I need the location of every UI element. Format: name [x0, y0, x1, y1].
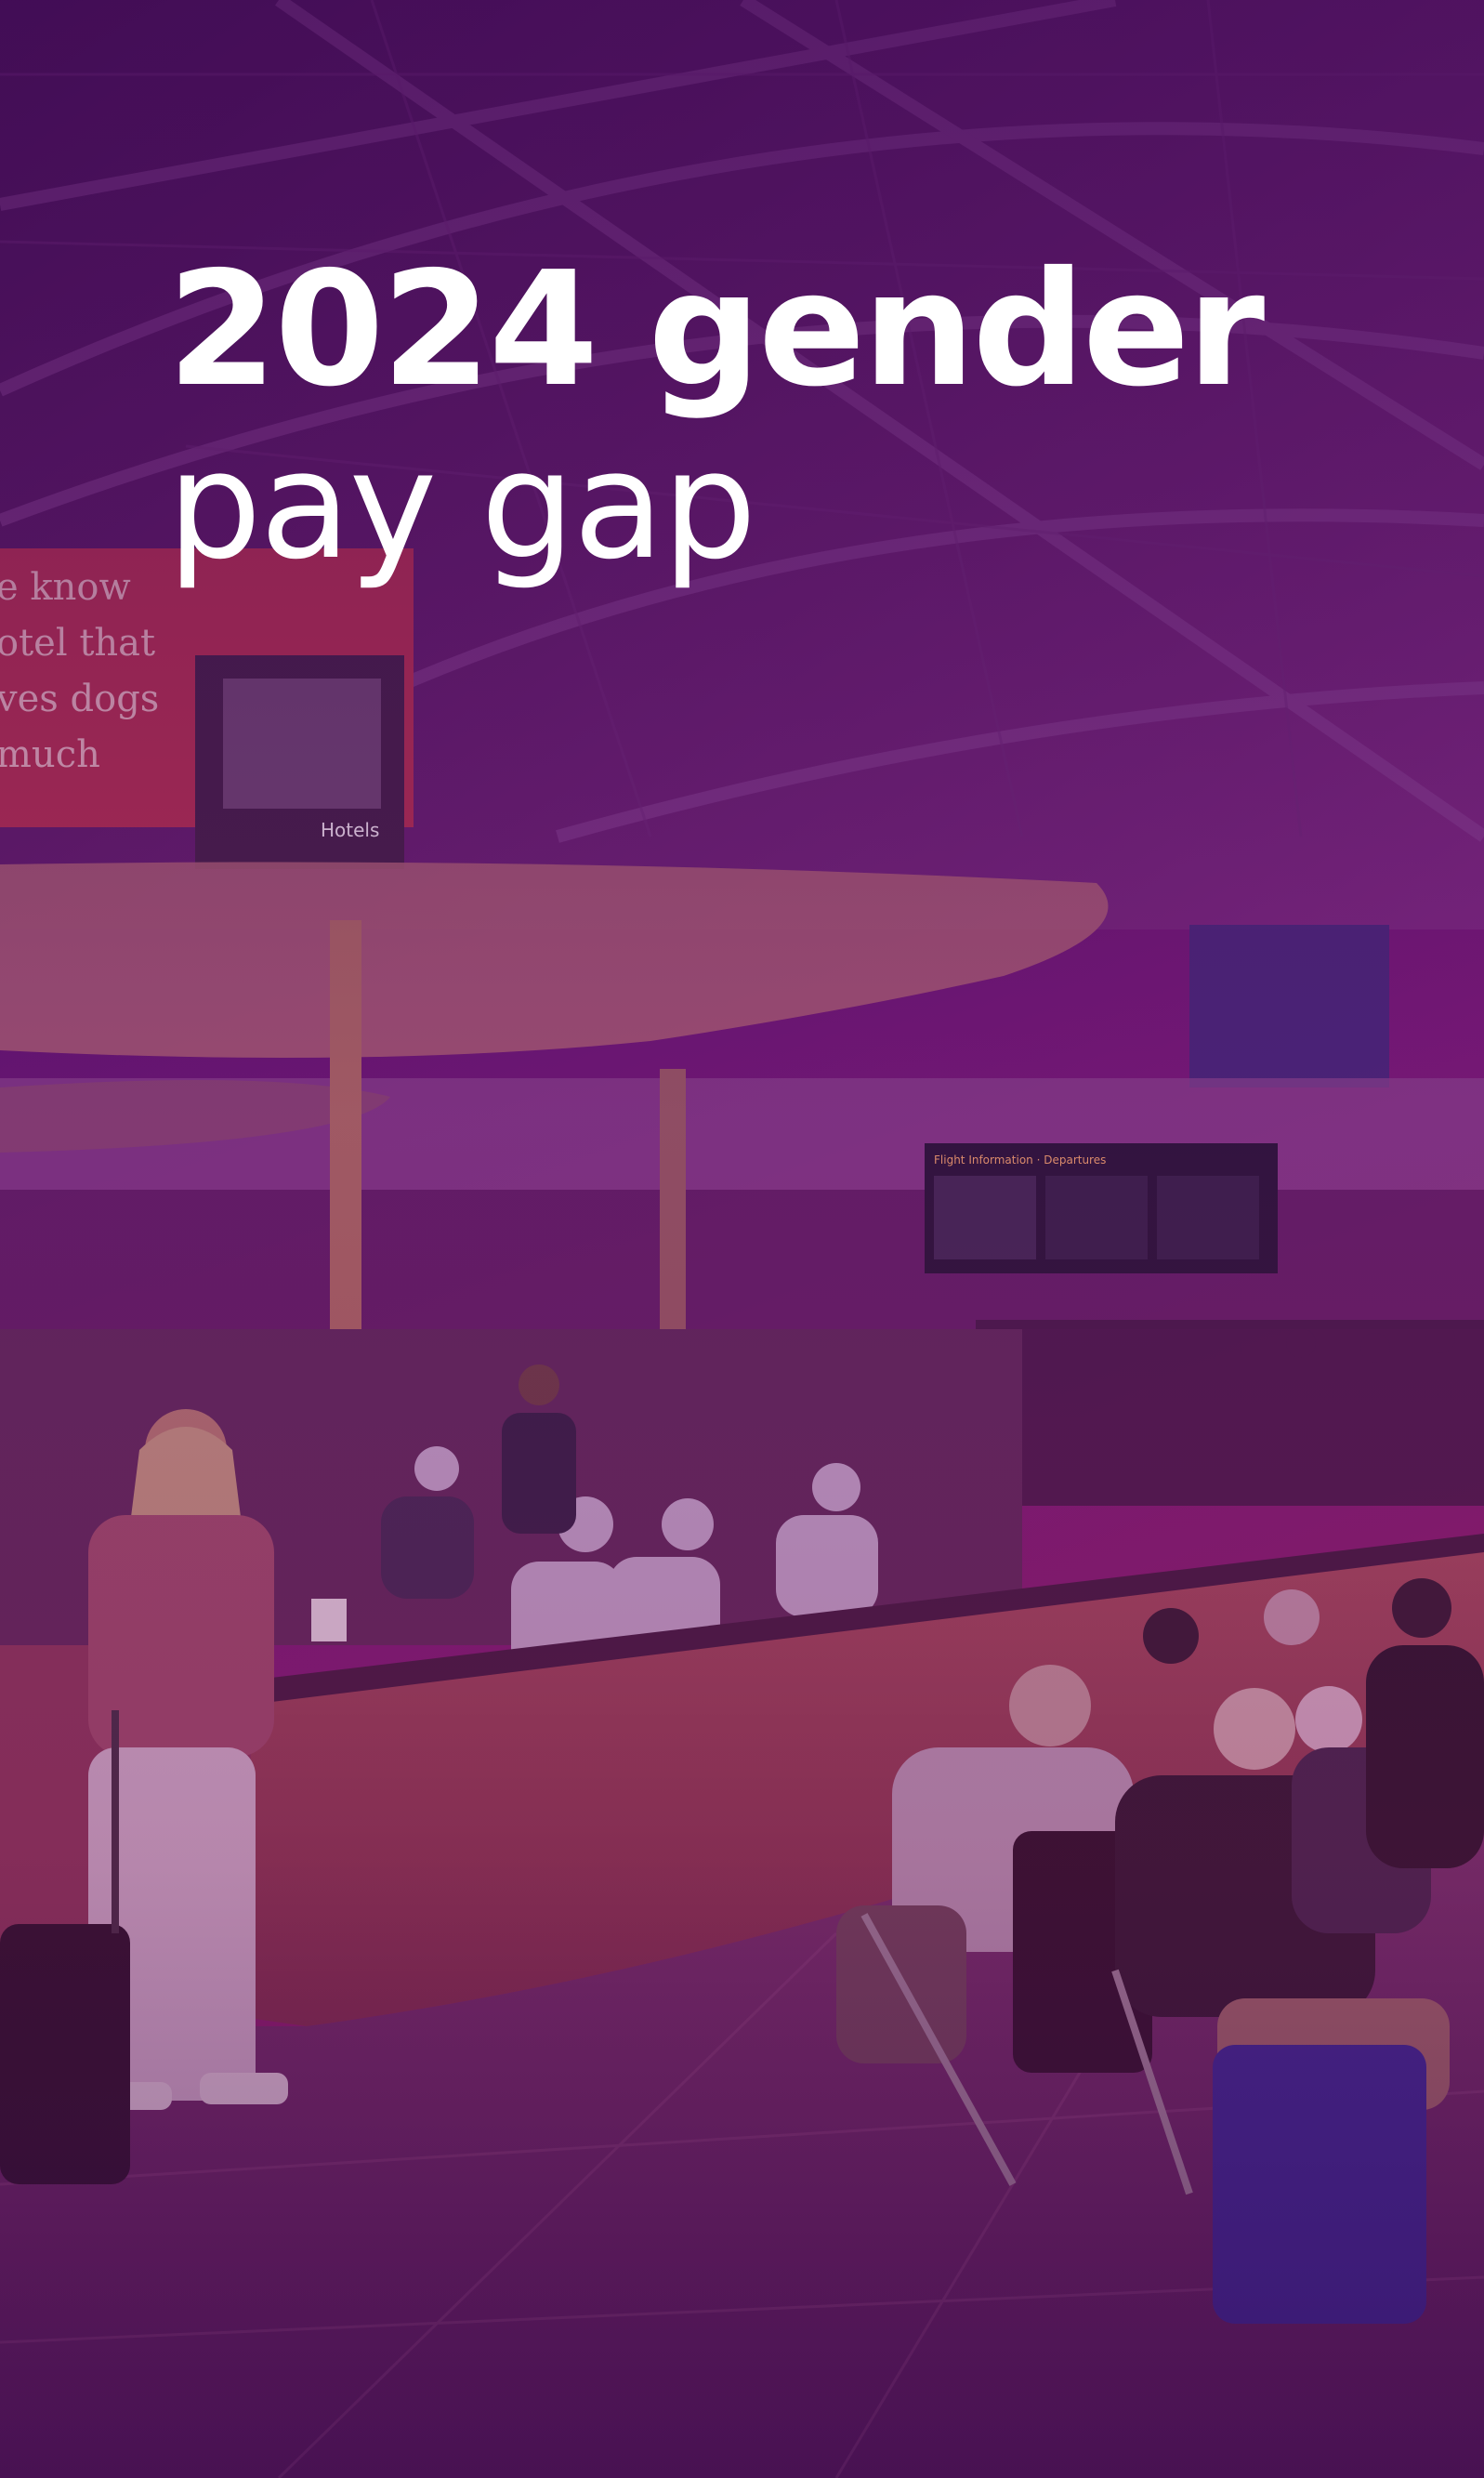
- hanging-art: [1189, 925, 1389, 1087]
- departure-board: Flight Information · Departures: [925, 1143, 1278, 1273]
- billboard-line: much: [0, 733, 100, 776]
- headline-line-2: pay gap: [167, 418, 756, 592]
- suitcase: [0, 1924, 130, 2184]
- billboard-line: otel that: [0, 622, 155, 665]
- cover-image: e know otel that ves dogs much Hotels Fl…: [0, 0, 1484, 2478]
- billboard-line: ves dogs: [0, 678, 159, 720]
- billboard-line: e know: [0, 566, 131, 609]
- billboard-brand: Hotels: [321, 819, 379, 841]
- headline-line-1: 2024 gender: [167, 238, 1265, 422]
- departure-board-title: Flight Information · Departures: [934, 1153, 1106, 1167]
- headline: 2024 gender pay gap: [167, 238, 1265, 592]
- background-crowd: [976, 1320, 1484, 1506]
- billboard: e know otel that ves dogs much Hotels: [0, 548, 414, 869]
- blue-suitcase: [1213, 2045, 1426, 2324]
